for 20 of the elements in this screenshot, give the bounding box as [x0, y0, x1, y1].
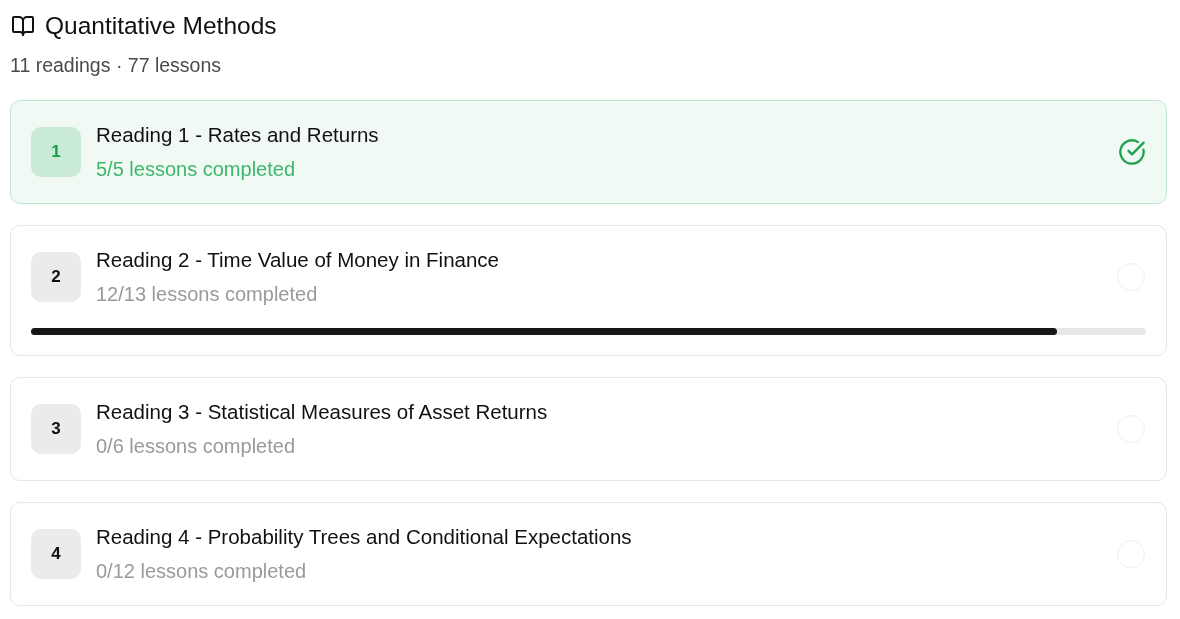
check-circle-icon — [1118, 138, 1146, 166]
reading-card[interactable]: 1 Reading 1 - Rates and Returns 5/5 lessons completed — [10, 100, 1167, 204]
reading-card[interactable]: 3 Reading 3 - Statistical Measures of Asset Returns 0/6 lessons completed — [10, 377, 1167, 481]
reading-title: Reading 4 - Probability Trees and Conditional Expectations — [96, 524, 632, 550]
lessons-progress-text: 12/13 lessons completed — [96, 282, 318, 307]
reading-number: 4 — [31, 529, 81, 579]
reading-number: 2 — [31, 252, 81, 302]
reading-number: 1 — [31, 127, 81, 177]
reading-number: 3 — [31, 404, 81, 454]
reading-title: Reading 2 - Time Value of Money in Finance — [96, 247, 499, 273]
reading-title: Reading 1 - Rates and Returns — [96, 122, 379, 148]
lessons-progress-text: 0/12 lessons completed — [96, 559, 307, 584]
reading-card[interactable]: 2 Reading 2 - Time Value of Money in Finance 12/13 lessons completed — [10, 225, 1167, 356]
reading-card[interactable]: 4 Reading 4 - Probability Trees and Conditional Expectations 0/12 lessons completed — [10, 502, 1167, 606]
reading-title: Reading 3 - Statistical Measures of Asset Returns — [96, 399, 548, 425]
lessons-progress-text: 5/5 lessons completed — [96, 157, 295, 182]
page-title: Quantitative Methods — [45, 11, 277, 41]
lessons-progress-text: 0/6 lessons completed — [96, 434, 295, 459]
book-icon — [11, 14, 35, 38]
course-summary: 11 readings · 77 lessons — [10, 53, 222, 78]
